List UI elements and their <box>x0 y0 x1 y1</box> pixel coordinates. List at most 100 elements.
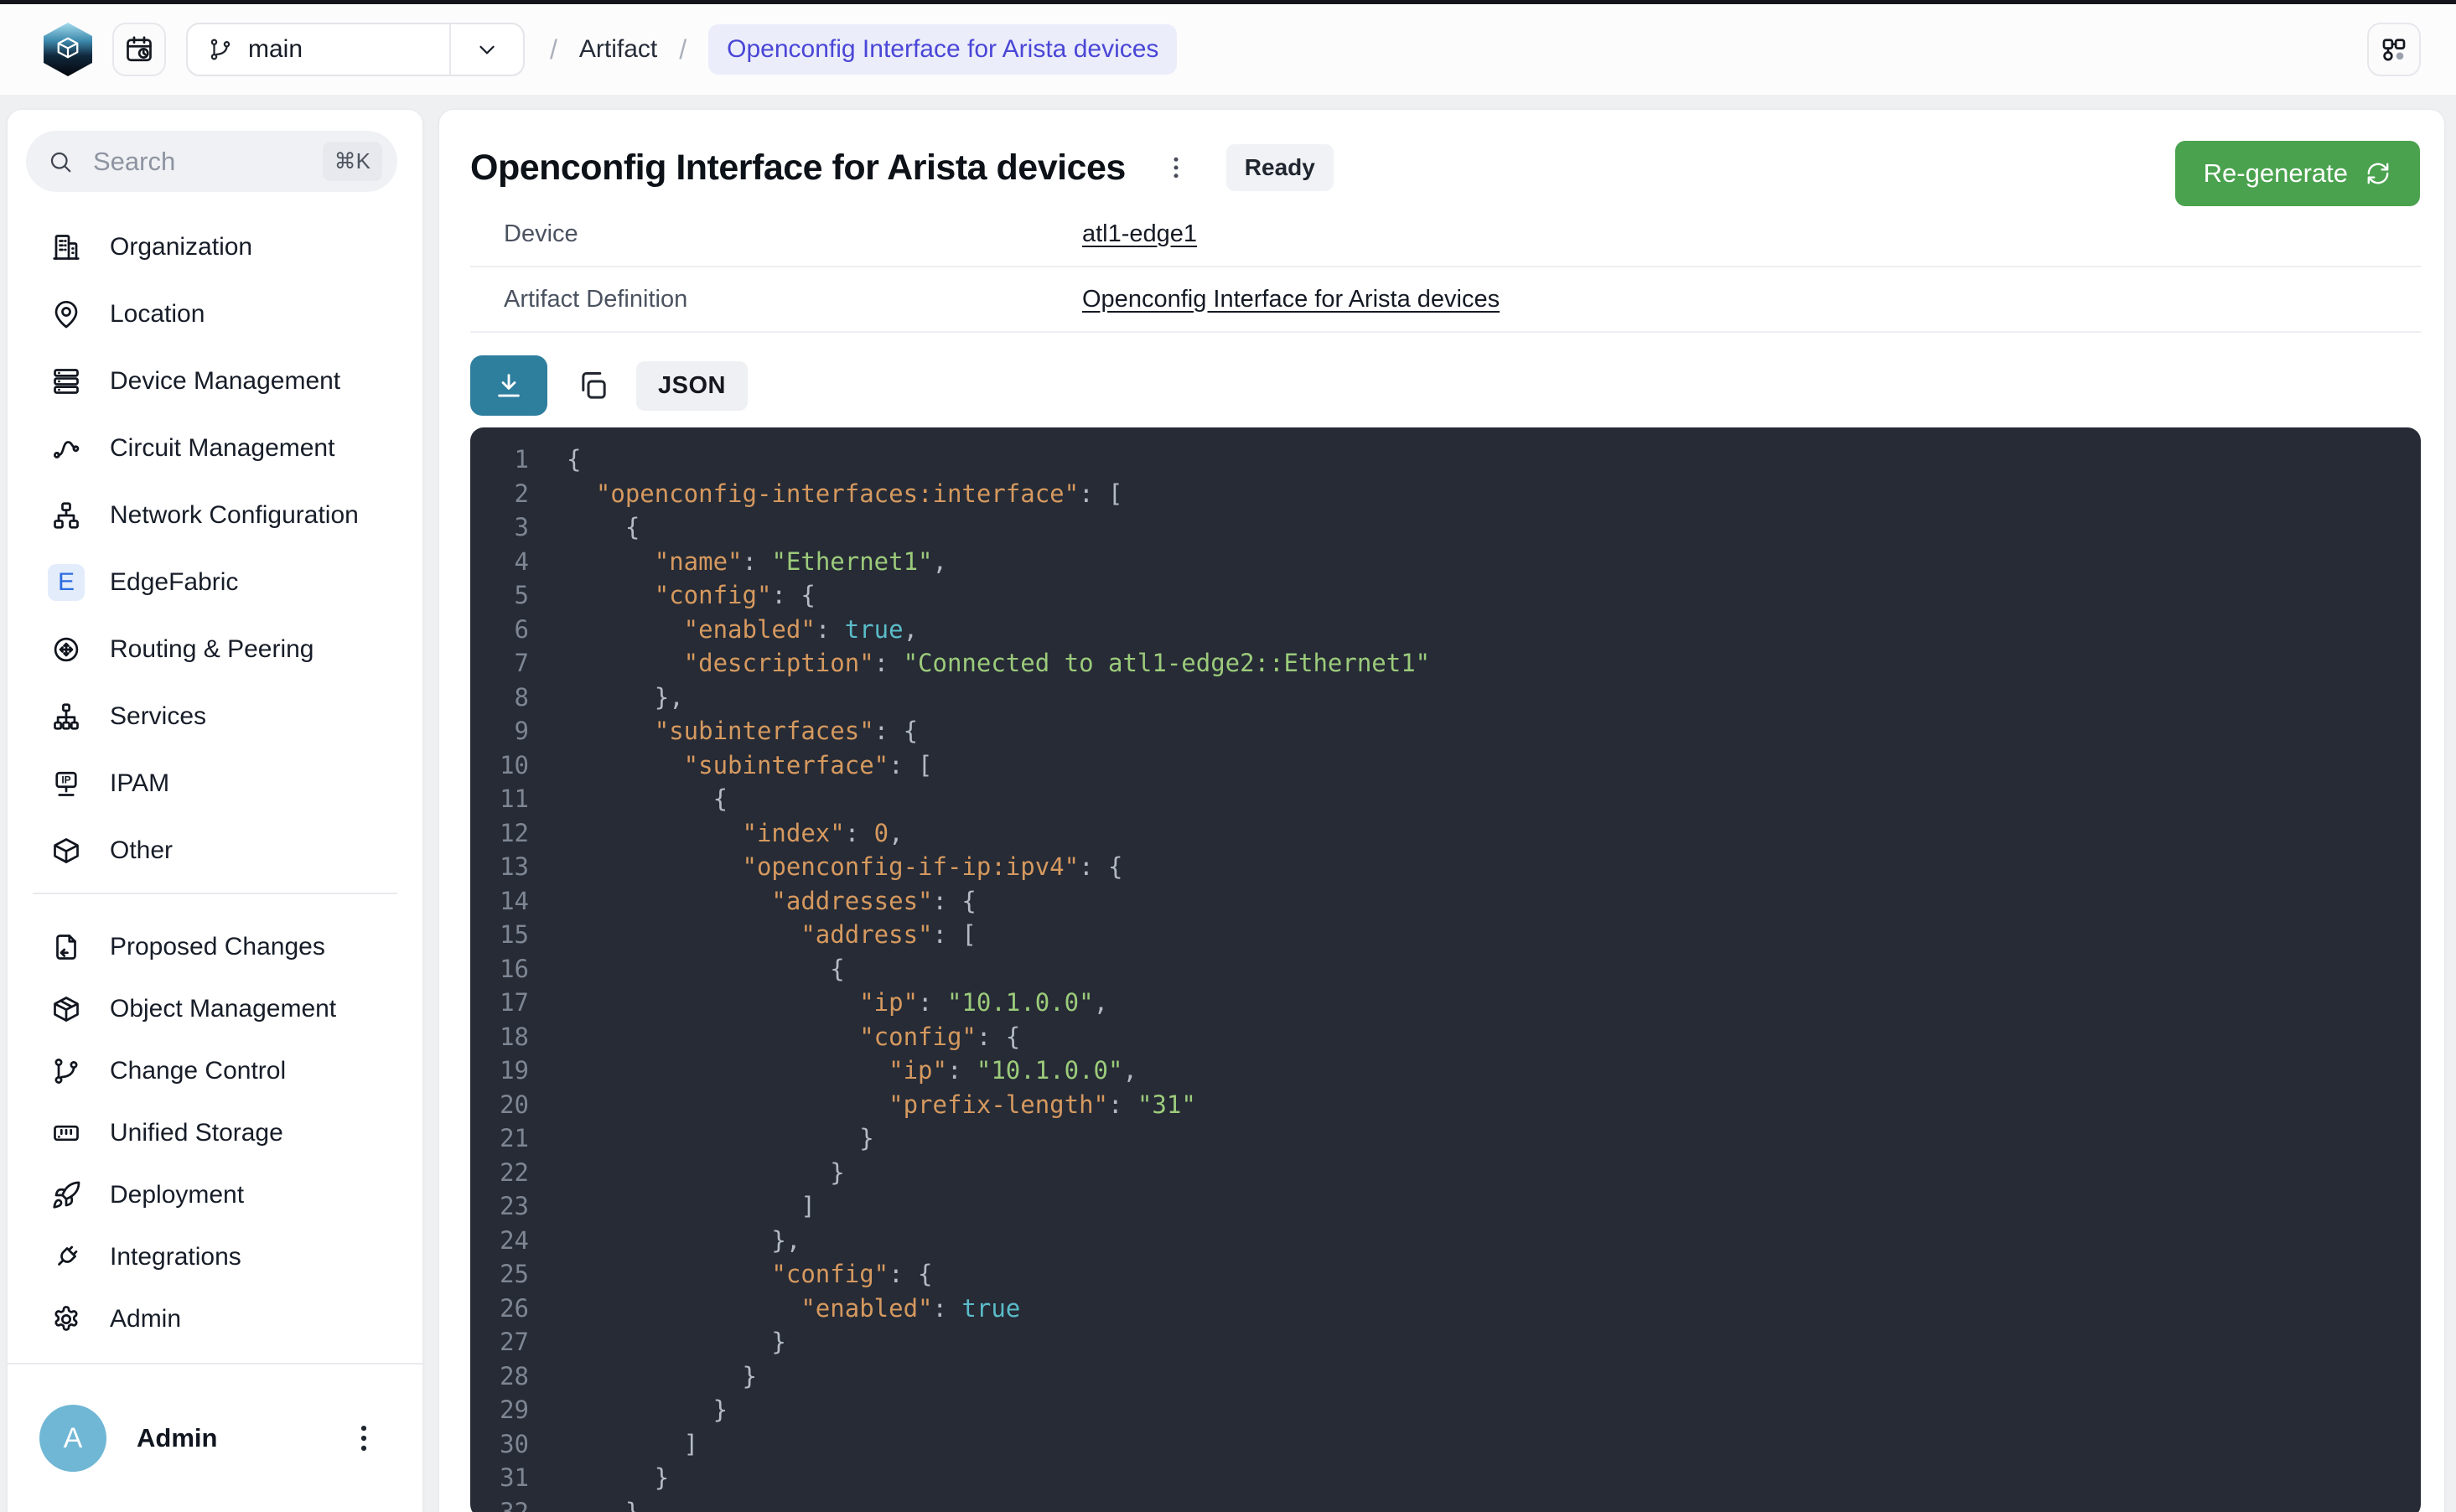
line-number: 6 <box>470 613 529 647</box>
line-number: 19 <box>470 1054 529 1088</box>
code-line: 14 "addresses": { <box>470 884 2421 919</box>
line-number: 21 <box>470 1121 529 1156</box>
code-line: 9 "subinterfaces": { <box>470 714 2421 748</box>
sidebar-item-label: Object Management <box>110 995 336 1023</box>
routing-icon <box>48 631 85 668</box>
line-number: 17 <box>470 986 529 1020</box>
branch-selector-value: main <box>188 24 449 75</box>
line-number: 20 <box>470 1088 529 1122</box>
sidebar-item-other[interactable]: Other <box>8 817 422 884</box>
avatar[interactable]: A <box>39 1405 106 1472</box>
device-link[interactable]: atl1-edge1 <box>1082 220 1197 248</box>
line-number: 31 <box>470 1461 529 1495</box>
search-input[interactable]: Search ⌘K <box>26 131 397 192</box>
code-line: 11 { <box>470 782 2421 816</box>
copy-button[interactable] <box>573 365 613 406</box>
sidebar-item-label: Deployment <box>110 1181 244 1209</box>
code-line: 15 "address": [ <box>470 918 2421 952</box>
sidebar-item-deployment[interactable]: Deployment <box>8 1164 422 1226</box>
code-line: 18 "config": { <box>470 1020 2421 1054</box>
code-line: 32 }, <box>470 1495 2421 1512</box>
branch-selector-caret[interactable] <box>449 24 523 75</box>
page-title: Openconfig Interface for Arista devices <box>470 148 1126 189</box>
sidebar-item-location[interactable]: Location <box>8 281 422 348</box>
code-line: 17 "ip": "10.1.0.0", <box>470 986 2421 1020</box>
sidebar-item-unified-storage[interactable]: Unified Storage <box>8 1102 422 1164</box>
line-number: 23 <box>470 1189 529 1224</box>
branch-selector[interactable]: main <box>186 23 525 76</box>
code-line: 26 "enabled": true <box>470 1292 2421 1326</box>
breadcrumb-item-artifact[interactable]: Artifact <box>579 35 657 64</box>
code-line: 16 { <box>470 952 2421 986</box>
sidebar-item-organization[interactable]: Organization <box>8 214 422 281</box>
package-icon <box>48 991 85 1028</box>
sidebar-item-admin[interactable]: Admin <box>8 1288 422 1350</box>
sidebar-item-label: Admin <box>110 1305 181 1333</box>
title-menu-button[interactable] <box>1161 153 1191 183</box>
server-icon <box>48 363 85 400</box>
line-number: 22 <box>470 1156 529 1190</box>
workflow-icon <box>2379 34 2409 65</box>
code-line: 20 "prefix-length": "31" <box>470 1088 2421 1122</box>
sidebar-item-label: Network Configuration <box>110 501 359 530</box>
code-line: 21 } <box>470 1121 2421 1156</box>
app-logo[interactable] <box>44 23 92 76</box>
status-badge: Ready <box>1226 144 1334 191</box>
cube-icon <box>48 832 85 869</box>
sidebar-item-proposed-changes[interactable]: Proposed Changes <box>8 916 422 978</box>
workflow-button[interactable] <box>2367 23 2421 76</box>
kebab-icon <box>1161 153 1191 183</box>
sidebar-item-label: Unified Storage <box>110 1119 283 1147</box>
title-row: Openconfig Interface for Arista devices … <box>470 145 2421 190</box>
code-line: 29 } <box>470 1393 2421 1427</box>
main-content: Openconfig Interface for Arista devices … <box>438 109 2445 1512</box>
user-menu-button[interactable] <box>345 1420 382 1457</box>
code-line: 1{ <box>470 443 2421 477</box>
code-line: 2 "openconfig-interfaces:interface": [ <box>470 477 2421 511</box>
filearrow-icon <box>48 929 85 966</box>
sidebar-item-routing-peering[interactable]: Routing & Peering <box>8 616 422 683</box>
line-number: 4 <box>470 545 529 579</box>
refresh-icon <box>2365 160 2391 187</box>
sidebar-item-network-configuration[interactable]: Network Configuration <box>8 482 422 549</box>
sidebar-item-integrations[interactable]: Integrations <box>8 1226 422 1288</box>
download-icon <box>493 370 525 401</box>
search-placeholder: Search <box>93 147 323 177</box>
sidebar-item-change-control[interactable]: Change Control <box>8 1040 422 1102</box>
sidebar-item-label: Integrations <box>110 1243 241 1271</box>
sidebar-item-label: EdgeFabric <box>110 568 238 597</box>
line-number: 2 <box>470 477 529 511</box>
line-number: 28 <box>470 1359 529 1394</box>
git-branch-icon <box>208 37 233 62</box>
breadcrumb: / Artifact / Openconfig Interface for Ar… <box>550 24 1177 75</box>
code-viewer[interactable]: 1{2 "openconfig-interfaces:interface": [… <box>470 427 2421 1512</box>
sidebar-item-label: Organization <box>110 233 252 261</box>
code-line: 7 "description": "Connected to atl1-edge… <box>470 646 2421 681</box>
artifact-definition-link[interactable]: Openconfig Interface for Arista devices <box>1082 286 1500 313</box>
line-number: 9 <box>470 714 529 748</box>
code-line: 12 "index": 0, <box>470 816 2421 851</box>
line-number: 1 <box>470 443 529 477</box>
line-number: 25 <box>470 1257 529 1292</box>
sidebar-item-services[interactable]: Services <box>8 683 422 750</box>
breadcrumb-item-current[interactable]: Openconfig Interface for Arista devices <box>708 24 1177 75</box>
line-number: 29 <box>470 1393 529 1427</box>
sidebar-item-label: Device Management <box>110 367 340 396</box>
rocket-icon <box>48 1177 85 1214</box>
code-line: 4 "name": "Ethernet1", <box>470 545 2421 579</box>
regenerate-button[interactable]: Re-generate <box>2175 141 2420 206</box>
line-number: 26 <box>470 1292 529 1326</box>
sidebar-item-edgefabric[interactable]: EEdgeFabric <box>8 549 422 616</box>
line-number: 12 <box>470 816 529 851</box>
calendar-button[interactable] <box>112 23 166 76</box>
code-line: 24 }, <box>470 1224 2421 1258</box>
sidebar-item-ipam[interactable]: IPIPAM <box>8 750 422 817</box>
plug-icon <box>48 1239 85 1276</box>
sidebar-item-object-management[interactable]: Object Management <box>8 978 422 1040</box>
topbar: main / Artifact / Openconfig Interface f… <box>0 4 2456 95</box>
download-button[interactable] <box>470 355 547 416</box>
line-number: 8 <box>470 681 529 715</box>
sidebar-item-device-management[interactable]: Device Management <box>8 348 422 415</box>
sidebar-item-circuit-management[interactable]: Circuit Management <box>8 415 422 482</box>
details-table: Device atl1-edge1 Artifact Definition Op… <box>470 202 2421 333</box>
